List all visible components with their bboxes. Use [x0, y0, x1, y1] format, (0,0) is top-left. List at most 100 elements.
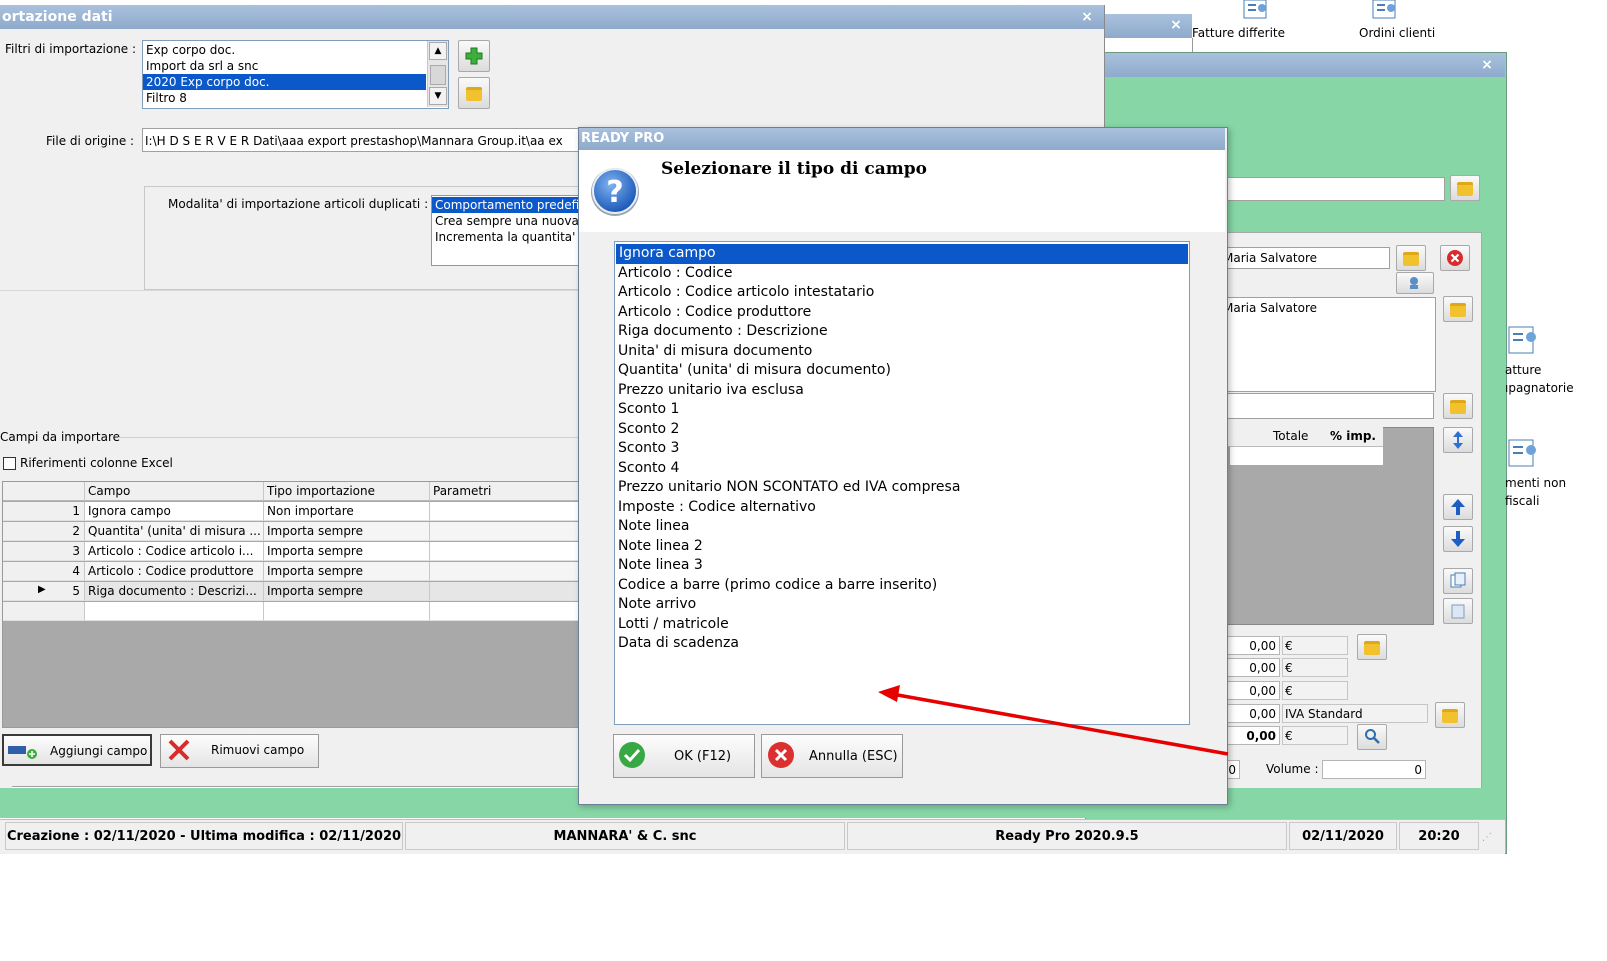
field-type-option-selected[interactable]: Ignora campo — [616, 244, 1188, 264]
delete-button[interactable] — [1440, 245, 1470, 271]
field-type-option[interactable]: Articolo : Codice articolo intestatario — [615, 283, 1189, 303]
field-type-option[interactable]: Riga documento : Descrizione — [615, 322, 1189, 342]
field-type-option[interactable]: Note arrivo — [615, 595, 1189, 615]
row-parametri[interactable] — [430, 542, 587, 561]
field-type-option[interactable]: Note linea 2 — [615, 537, 1189, 557]
row-tipo[interactable] — [264, 602, 430, 621]
document-field-3[interactable] — [1220, 393, 1434, 419]
paste-row-button[interactable] — [1443, 598, 1473, 624]
document-top-field[interactable] — [1220, 177, 1445, 201]
field-type-option[interactable]: Articolo : Codice produttore — [615, 303, 1189, 323]
folder-icon — [1442, 709, 1458, 723]
row-parametri[interactable] — [430, 582, 587, 601]
row-campo[interactable]: Articolo : Codice articolo i... — [85, 542, 264, 561]
add-field-button[interactable]: Aggiungi campo — [2, 734, 152, 766]
filter-item-selected[interactable]: 2020 Exp corpo doc. — [143, 74, 426, 90]
status-version: Ready Pro 2020.9.5 — [847, 822, 1287, 850]
row-tipo[interactable]: Importa sempre — [264, 542, 430, 561]
field-type-option[interactable]: Unita' di misura documento — [615, 342, 1189, 362]
folder-button[interactable] — [1443, 296, 1473, 322]
scroll-thumb[interactable] — [430, 65, 446, 85]
file-origin-field[interactable]: I:\H D S E R V E R Dati\aaa export prest… — [142, 128, 582, 152]
top-icon-ordini-clienti[interactable]: Ordini clienti — [1325, 0, 1435, 46]
filters-scrollbar[interactable]: ▲ ▼ — [427, 41, 448, 107]
field-type-option[interactable]: Sconto 2 — [615, 420, 1189, 440]
ok-button[interactable]: OK (F12) — [613, 734, 755, 778]
folder-button[interactable] — [1435, 702, 1465, 728]
folder-button[interactable] — [1357, 634, 1387, 660]
field-type-option[interactable]: Sconto 3 — [615, 439, 1189, 459]
field-type-option[interactable]: Codice a barre (primo codice a barre ins… — [615, 576, 1189, 596]
filters-list[interactable]: Exp corpo doc. Import da srl a snc 2020 … — [142, 40, 449, 109]
row-tipo[interactable]: Importa sempre — [264, 582, 430, 601]
add-filter-button[interactable] — [458, 40, 490, 72]
folder-button[interactable] — [1443, 393, 1473, 419]
field-type-option[interactable]: Prezzo unitario NON SCONTATO ed IVA comp… — [615, 478, 1189, 498]
row-tipo[interactable]: Non importare — [264, 502, 430, 521]
filter-item[interactable]: Exp corpo doc. — [143, 42, 426, 58]
zoom-button[interactable] — [1357, 724, 1387, 750]
column-header-parametri[interactable]: Parametri — [430, 482, 587, 501]
resize-grip-icon[interactable]: ⋰ — [1482, 832, 1494, 844]
duplicates-option[interactable]: Incrementa la quantita' — [432, 229, 592, 245]
close-icon[interactable]: × — [1477, 56, 1497, 74]
column-percent-imp: % imp. — [1330, 429, 1376, 443]
row-parametri[interactable] — [430, 602, 587, 621]
column-header-tipo[interactable]: Tipo importazione — [264, 482, 430, 501]
field-type-option[interactable]: Prezzo unitario iva esclusa — [615, 381, 1189, 401]
customer-address-field[interactable]: Maria Salvatore — [1220, 297, 1436, 392]
field-type-option[interactable]: Quantita' (unita' di misura documento) — [615, 361, 1189, 381]
right-icon-documenti-non-fiscali[interactable]: menti non fiscali — [1505, 438, 1605, 508]
scroll-down-arrow-icon[interactable]: ▼ — [429, 87, 447, 105]
filter-item[interactable]: Import da srl a snc — [143, 58, 426, 74]
field-type-option[interactable]: Data di scadenza — [615, 634, 1189, 654]
excel-ref-checkbox[interactable] — [3, 457, 16, 470]
search-customer-button[interactable] — [1396, 272, 1434, 294]
row-campo[interactable]: Riga documento : Descrizi... — [85, 582, 264, 601]
column-header-campo[interactable]: Campo — [85, 482, 264, 501]
field-type-option[interactable]: Note linea 3 — [615, 556, 1189, 576]
document-window-titlebar — [1085, 53, 1505, 77]
open-filter-button[interactable] — [458, 77, 490, 109]
field-type-option[interactable]: Lotti / matricole — [615, 615, 1189, 635]
row-campo[interactable]: Quantita' (unita' di misura ... — [85, 522, 264, 541]
copy-icon — [1450, 572, 1466, 588]
folder-button[interactable] — [1450, 175, 1480, 201]
row-parametri[interactable] — [430, 522, 587, 541]
right-icon-fatture-accompagnatorie[interactable]: atture ıpagnatorie — [1505, 325, 1605, 395]
duplicates-list[interactable]: Comportamento predefi Crea sempre una nu… — [431, 195, 593, 266]
sort-button[interactable] — [1443, 427, 1473, 453]
row-tipo[interactable]: Importa sempre — [264, 522, 430, 541]
close-icon[interactable]: × — [1077, 8, 1097, 26]
row-parametri[interactable] — [430, 562, 587, 581]
ok-button-label: OK (F12) — [674, 749, 732, 764]
duplicates-option[interactable]: Crea sempre una nuova — [432, 213, 592, 229]
field-type-option[interactable]: Articolo : Codice — [615, 264, 1189, 284]
duplicates-option-selected[interactable]: Comportamento predefi — [432, 197, 592, 213]
scroll-up-arrow-icon[interactable]: ▲ — [429, 42, 447, 60]
row-campo[interactable] — [85, 602, 264, 621]
total-unit-2: € — [1282, 658, 1348, 677]
filter-item[interactable]: Filtro 8 — [143, 90, 426, 106]
column-totale: Totale — [1273, 429, 1309, 443]
row-parametri[interactable] — [430, 502, 587, 521]
field-type-option[interactable]: Imposte : Codice alternativo — [615, 498, 1189, 518]
row-campo[interactable]: Articolo : Codice produttore — [85, 562, 264, 581]
add-field-icon — [8, 746, 37, 759]
customer-name-field[interactable]: Maria Salvatore — [1220, 247, 1390, 269]
row-number: 4 — [3, 562, 85, 581]
field-type-option[interactable]: Sconto 4 — [615, 459, 1189, 479]
volume-field[interactable]: 0 — [1322, 760, 1426, 779]
close-icon[interactable]: × — [1166, 16, 1186, 34]
field-type-option[interactable]: Note linea — [615, 517, 1189, 537]
field-type-option[interactable]: Sconto 1 — [615, 400, 1189, 420]
move-up-button[interactable] — [1443, 494, 1473, 520]
field-type-list[interactable]: Ignora campo Articolo : Codice Articolo … — [614, 241, 1190, 725]
row-tipo[interactable]: Importa sempre — [264, 562, 430, 581]
move-down-button[interactable] — [1443, 526, 1473, 552]
folder-button[interactable] — [1396, 245, 1426, 271]
copy-row-button[interactable] — [1443, 568, 1473, 594]
top-icon-fatture-differite[interactable]: Fatture differite — [1192, 0, 1320, 46]
row-campo[interactable]: Ignora campo — [85, 502, 264, 521]
remove-field-button[interactable]: Rimuovi campo — [160, 734, 319, 768]
